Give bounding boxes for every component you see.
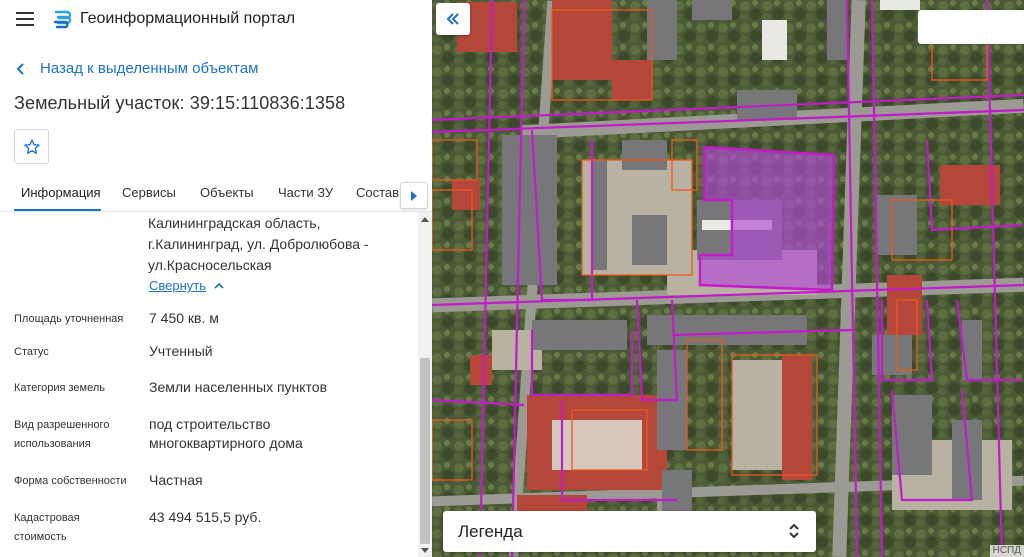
favorite-button[interactable] <box>14 129 49 164</box>
status-label: Статус <box>14 346 49 358</box>
label-line: стоимость <box>14 531 67 543</box>
triangle-right-icon <box>411 190 417 201</box>
back-to-selection-link[interactable]: Назад к выделенным объектам <box>16 60 258 77</box>
chevron-up-icon <box>214 282 224 289</box>
expand-collapse-icon <box>789 523 799 539</box>
land-category-value: Земли населенных пунктов <box>149 379 328 395</box>
map-attribution: НСПД <box>989 545 1024 557</box>
collapse-link[interactable]: Свернуть <box>149 278 224 293</box>
map-search-box[interactable] <box>918 10 1024 44</box>
label-line: использования <box>14 438 91 450</box>
address-line: г.Калининград, ул. Добролюбова - <box>148 236 369 252</box>
ownership-label: Форма собственности <box>14 475 127 487</box>
cadastral-value-label: Кадастровая стоимость <box>14 509 80 547</box>
status-value: Учтенный <box>149 343 213 359</box>
tab-services[interactable]: Сервисы <box>122 185 176 200</box>
cadastral-value-value: 43 494 515,5 руб. <box>149 509 262 525</box>
label-line: Кадастровая <box>14 512 80 524</box>
info-panel: Геоинформационный портал Назад к выделен… <box>0 0 432 557</box>
value-line: под строительство <box>149 416 271 432</box>
collapse-panel-button[interactable] <box>436 3 470 35</box>
scrollbar-thumb[interactable] <box>420 358 430 544</box>
label-line: Вид разрешенного <box>14 419 110 431</box>
satellite-map-imagery <box>432 0 1024 557</box>
chevron-left-icon <box>16 62 24 75</box>
tab-composition[interactable]: Состав <box>356 185 399 200</box>
legend-dropdown[interactable]: Легенда <box>443 511 816 552</box>
tabs-scroll-right-button[interactable] <box>400 182 428 209</box>
tab-land-parts[interactable]: Части ЗУ <box>278 185 333 200</box>
area-label: Площадь уточненная <box>14 313 124 325</box>
panel-scrollbar[interactable] <box>418 212 432 557</box>
tab-information[interactable]: Информация <box>21 185 101 200</box>
app-title: Геоинформационный портал <box>80 10 296 27</box>
object-title: Земельный участок: 39:15:110836:1358 <box>14 93 346 113</box>
land-category-label: Категория земель <box>14 382 105 394</box>
address-line: Калининградская область, <box>148 215 321 231</box>
legend-label: Легенда <box>458 522 523 541</box>
scroll-up-arrow-icon[interactable] <box>418 212 432 226</box>
active-tab-indicator <box>14 209 101 211</box>
back-link-label: Назад к выделенным объектам <box>40 60 259 77</box>
info-content: Калининградская область, г.Калининград, … <box>0 213 418 557</box>
app: Геоинформационный портал Назад к выделен… <box>0 0 1024 557</box>
top-bar: Геоинформационный портал <box>0 0 432 40</box>
scroll-down-arrow-icon[interactable] <box>418 543 432 557</box>
permitted-use-label: Вид разрешенного использования <box>14 416 109 454</box>
value-line: многоквартирного дома <box>149 435 303 451</box>
tab-objects[interactable]: Объекты <box>200 185 254 200</box>
star-icon <box>23 138 40 154</box>
ownership-value: Частная <box>149 472 203 488</box>
address-line: ул.Красносельская <box>148 257 272 273</box>
address-value: Калининградская область, г.Калининград, … <box>148 213 403 276</box>
menu-icon[interactable] <box>16 12 34 26</box>
double-chevron-left-icon <box>446 13 459 25</box>
collapse-label: Свернуть <box>149 278 207 293</box>
portal-logo-icon <box>53 10 72 29</box>
area-value: 7 450 кв. м <box>149 310 219 326</box>
permitted-use-value: под строительство многоквартирного дома <box>149 415 303 453</box>
tabs: Информация Сервисы Объекты Части ЗУ Сост… <box>0 176 432 212</box>
map-view[interactable]: Легенда НСПД <box>432 0 1024 557</box>
